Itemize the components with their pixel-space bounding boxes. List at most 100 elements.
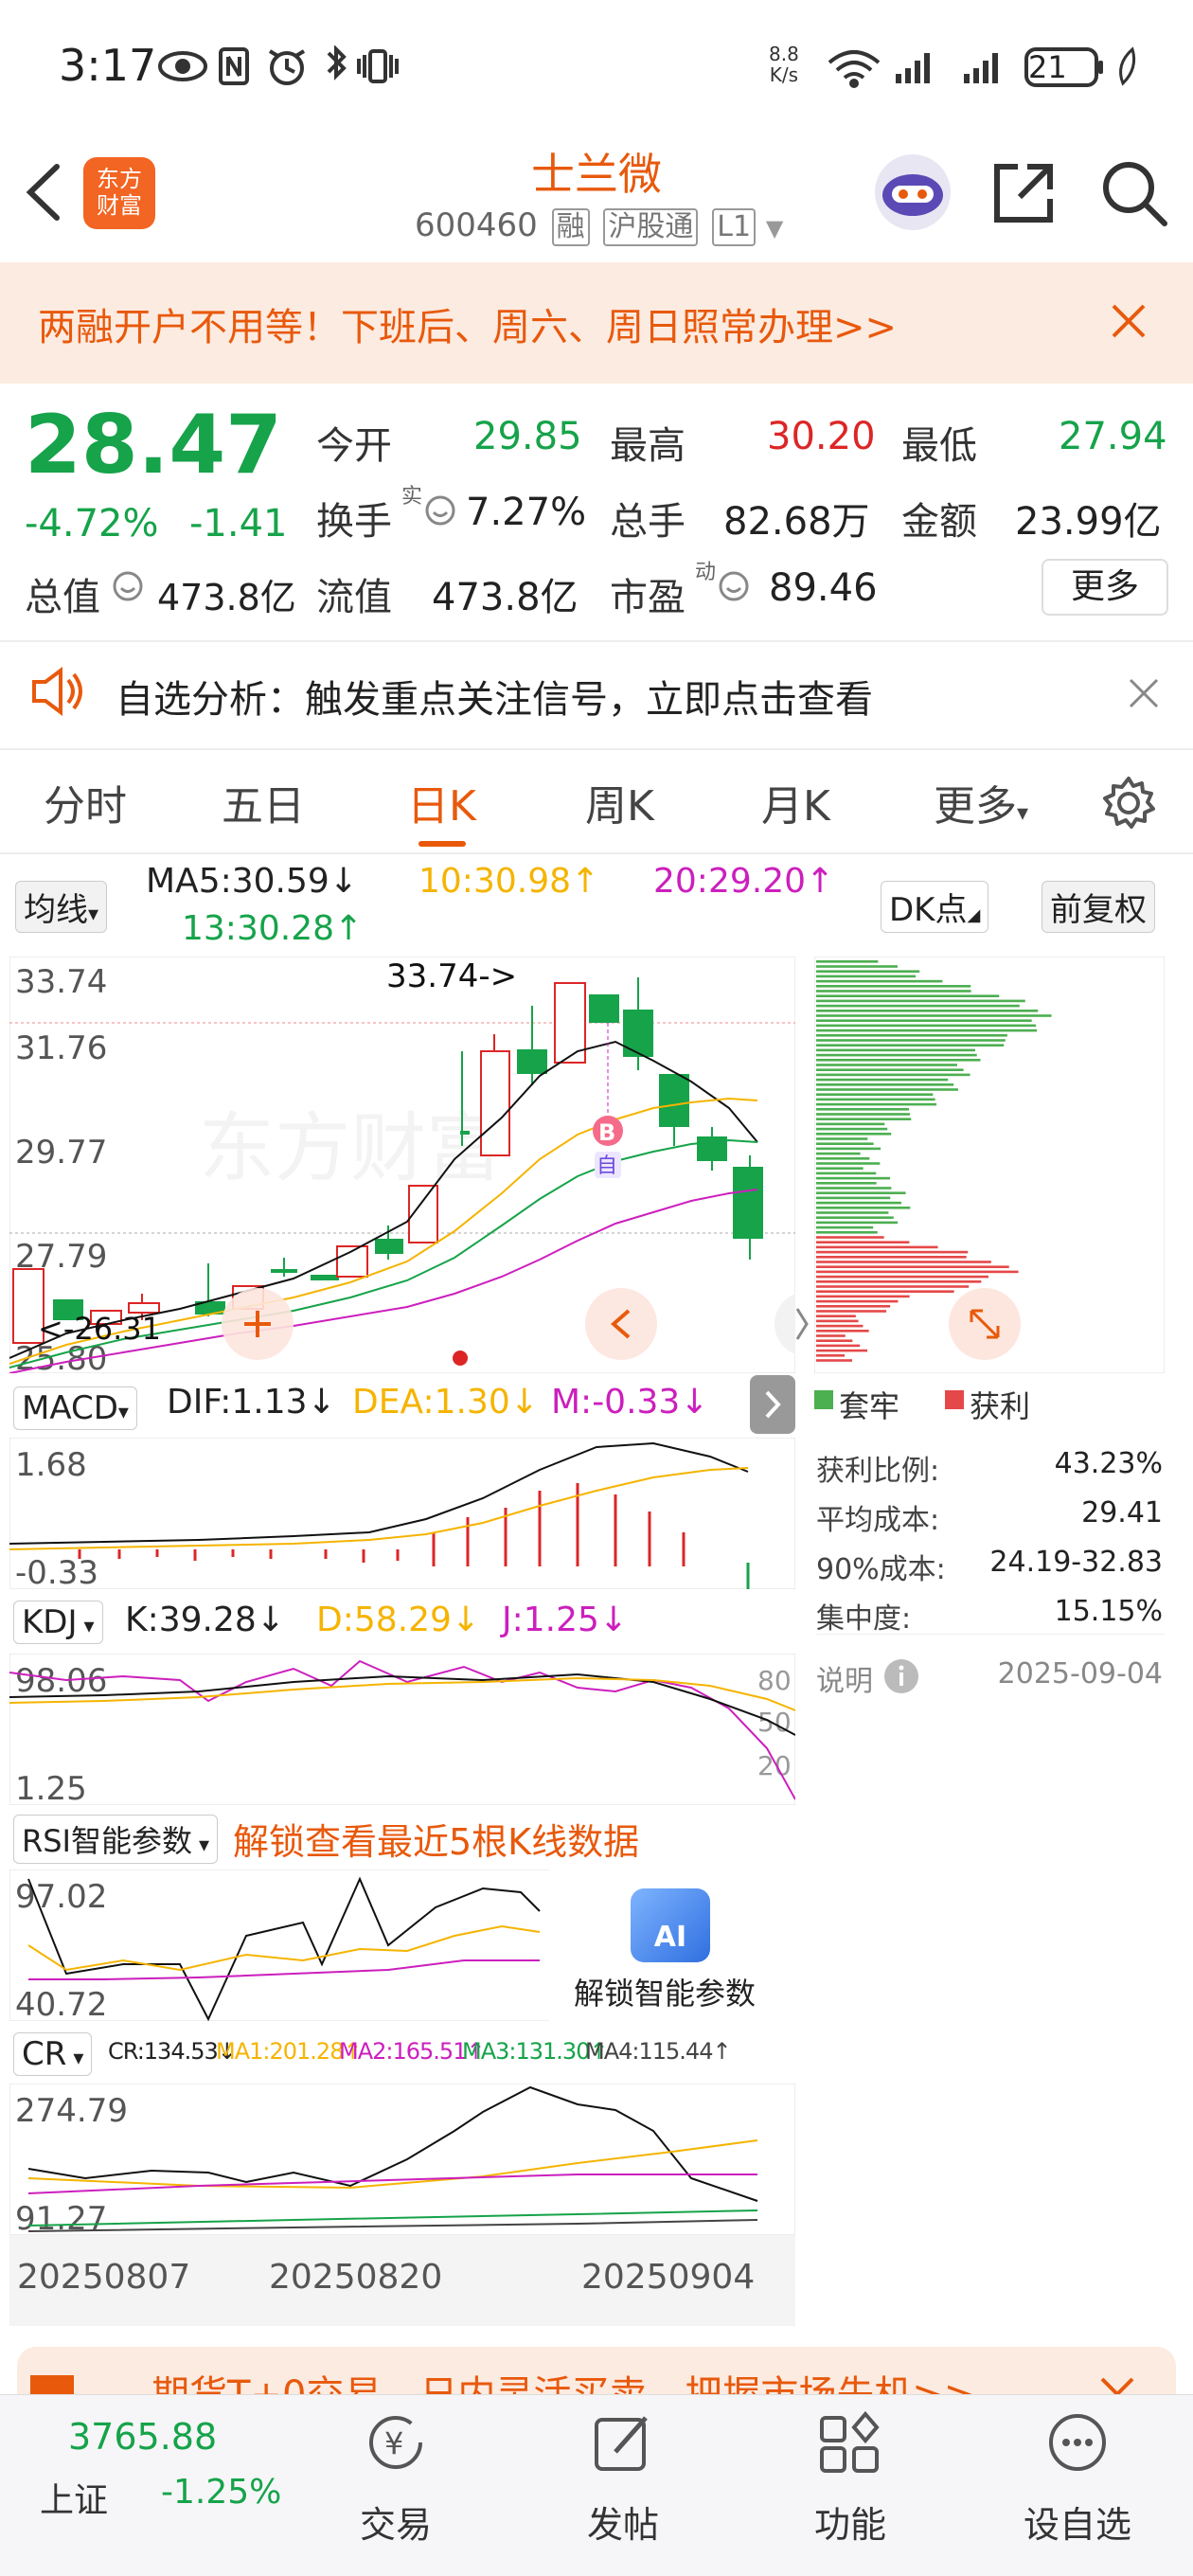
chevron-right-icon[interactable] [795, 1305, 810, 1343]
tab-more[interactable]: 更多▾ [934, 772, 1028, 832]
ma-selector[interactable]: 均线▾ [15, 881, 108, 933]
promo-banner[interactable]: 两融开户不用等！下班后、周六、周日照常办理>> [0, 262, 1193, 384]
close-icon[interactable] [1110, 302, 1148, 340]
kdj-level: 50 [757, 1707, 792, 1738]
speaker-icon [32, 667, 82, 716]
kline-chart[interactable]: 东方财富 33.74 31.76 29.77 27.79 25.80 33.74… [9, 957, 795, 1373]
info-smile-icon[interactable] [718, 570, 750, 602]
index-value[interactable]: 3765.88 [68, 2416, 217, 2458]
kdj-chart[interactable]: 98.06 1.25 80 50 20 [9, 1654, 795, 1805]
status-icons [158, 45, 399, 85]
search-icon[interactable] [1098, 157, 1170, 229]
macd-selector[interactable]: MACD▾ [13, 1386, 137, 1430]
macd-chart[interactable]: 1.68 -0.33 [9, 1438, 795, 1589]
cr-selector[interactable]: CR ▾ [13, 2032, 93, 2076]
chip-bar-profit [816, 1261, 991, 1263]
tab-daily-k[interactable]: 日K [407, 772, 476, 832]
tab-monthly-k[interactable]: 月K [761, 772, 830, 832]
candle [623, 1010, 653, 1057]
index-name[interactable]: 上证 [40, 2473, 108, 2522]
previous-button[interactable] [585, 1288, 657, 1360]
info-smile-icon[interactable] [424, 494, 456, 527]
tab-five-day[interactable]: 五日 [222, 772, 305, 832]
pe-value: 89.46 [769, 566, 878, 610]
chip-bar-trapped [816, 1113, 910, 1116]
cr-axis-top: 274.79 [15, 2092, 128, 2130]
settings-gear-icon[interactable] [1100, 775, 1157, 832]
price-axis-label: 33.74 [15, 963, 107, 1001]
chip-bar-trapped [816, 1196, 891, 1200]
info-icon[interactable] [882, 1657, 920, 1695]
kdj-selector[interactable]: KDJ ▾ [13, 1601, 103, 1644]
high-label: 最高 [610, 424, 686, 468]
candle [733, 1167, 763, 1239]
ma-selector-label: 均线 [24, 891, 88, 929]
unlock-smart-params-button[interactable]: 解锁智能参数 [574, 1970, 756, 2013]
amount-value: 23.99亿 [1015, 500, 1162, 544]
kdj-selector-label: KDJ [22, 1603, 78, 1641]
nav-post[interactable]: 发帖 [547, 2496, 699, 2548]
chip-distribution-chart[interactable] [814, 957, 1165, 1373]
cr-selector-label: CR [22, 2035, 67, 2073]
stock-code-row[interactable]: 600460 融 沪股通 L1 ▼ [415, 206, 783, 246]
turnover-value: 7.27% [466, 491, 587, 534]
ai-unlock-icon[interactable]: AI [631, 1888, 710, 1962]
nav-trade[interactable]: 交易 [320, 2496, 472, 2548]
trade-icon[interactable]: ¥ [362, 2410, 430, 2477]
pe-sup: 动 [695, 561, 717, 584]
index-change[interactable]: -1.25% [161, 2473, 281, 2512]
tab-intraday[interactable]: 分时 [44, 772, 127, 832]
tab-weekly-k[interactable]: 周K [585, 772, 654, 832]
chip-bar-trapped [816, 1078, 949, 1082]
chip-bar-trapped [816, 1133, 892, 1136]
divider [0, 748, 1193, 750]
info-smile-icon[interactable] [112, 570, 144, 602]
dropdown-icon: ▾ [192, 1834, 210, 1857]
chip-bar-profit [816, 1295, 910, 1298]
mktcap-value: 473.8亿 [157, 577, 296, 618]
chip-bar-trapped [816, 1231, 878, 1234]
macd-m: M:-0.33↓ [551, 1383, 709, 1422]
tag-level: L1 [712, 208, 757, 246]
expand-panel-button[interactable] [750, 1375, 795, 1434]
b-signal-text: B [598, 1119, 615, 1146]
chip-bar-profit [816, 1270, 1019, 1274]
open-label: 今开 [316, 424, 392, 468]
chip-bar-trapped [816, 1172, 877, 1175]
post-icon[interactable] [589, 2410, 657, 2477]
macd-axis-bottom: -0.33 [15, 1554, 98, 1589]
chip-bar-trapped [816, 1029, 1038, 1032]
more-quote-button[interactable]: 更多 [1042, 559, 1168, 616]
kdj-level: 80 [757, 1665, 792, 1696]
turnover-label: 换手 [316, 500, 392, 544]
chip-bar-trapped [816, 1102, 937, 1106]
candle [311, 1275, 339, 1280]
rsi-selector[interactable]: RSI智能参数 ▾ [13, 1815, 219, 1864]
rsi-unlock-link[interactable]: 解锁查看最近5根K线数据 [233, 1813, 639, 1865]
chip-bar-profit [816, 1241, 910, 1243]
chip-bar-profit [816, 1334, 846, 1337]
bottom-nav: 3765.88 上证 -1.25% ¥ 交易 发帖 功能 设自选 [0, 2394, 1193, 2576]
nav-functions[interactable]: 功能 [775, 2496, 926, 2548]
net-speed-value: 8.8 [769, 43, 799, 65]
chip-bar-trapped [816, 979, 943, 983]
share-icon[interactable] [989, 159, 1058, 227]
chip-bar-profit [816, 1256, 967, 1259]
dk-point-toggle[interactable]: DK点◢ [881, 881, 989, 933]
explain-label[interactable]: 说明 [816, 1657, 873, 1699]
chip-bar-trapped [816, 1014, 1052, 1017]
close-icon[interactable] [1127, 676, 1161, 710]
adjust-selector[interactable]: 前复权 [1042, 881, 1155, 933]
kdj-d: D:58.29↓ [316, 1601, 481, 1639]
robot-assistant-icon[interactable] [869, 152, 956, 233]
functions-icon[interactable] [816, 2410, 884, 2477]
cr-chart[interactable]: 274.79 91.27 [9, 2084, 795, 2235]
date-axis-label: 20250807 [17, 2258, 191, 2297]
profit-legend-swatch [945, 1390, 964, 1409]
nav-watchlist-settings[interactable]: 设自选 [1002, 2496, 1153, 2548]
candle [271, 1269, 297, 1273]
dropdown-icon: ▾ [77, 1615, 95, 1638]
alert-text[interactable]: 自选分析：触发重点关注信号，立即点击查看 [116, 669, 873, 724]
chip-bar-trapped [816, 1167, 864, 1170]
more-dots-icon[interactable] [1043, 2410, 1112, 2477]
